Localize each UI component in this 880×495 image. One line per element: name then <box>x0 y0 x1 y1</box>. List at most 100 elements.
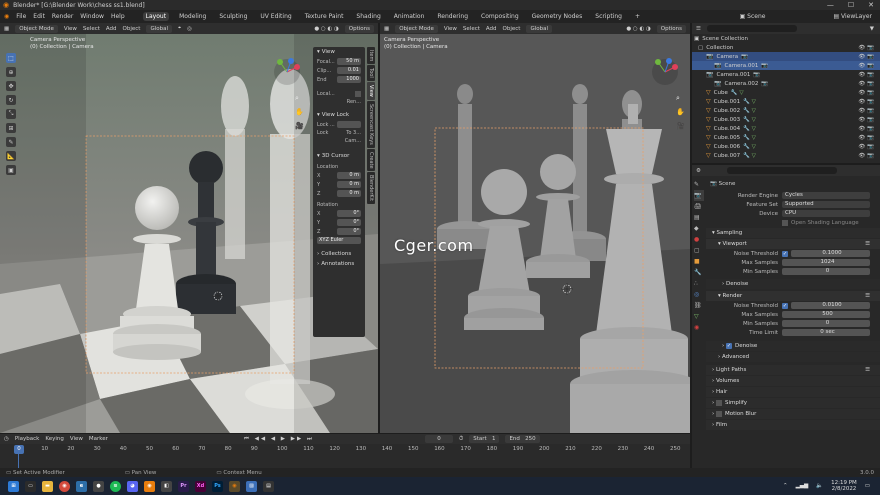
visibility-icon[interactable]: 👁 📷 <box>858 63 880 69</box>
outliner-item[interactable]: ▽ Cube.001 🔧 ▽ 👁 📷 <box>692 97 880 106</box>
physics-tab-icon[interactable]: ◎ <box>694 289 704 300</box>
film-section[interactable]: › Film <box>706 420 880 430</box>
spotify-icon[interactable]: ≋ <box>110 480 121 492</box>
output-tab-icon[interactable]: 🖨 <box>694 201 704 212</box>
annotations-header[interactable]: › Annotations <box>313 259 365 269</box>
motion-blur-checkbox[interactable] <box>715 411 722 417</box>
clock[interactable]: 12:19 PM 2/8/2022 <box>831 480 857 492</box>
photos-icon[interactable]: ▨ <box>246 480 257 492</box>
options-dropdown[interactable]: Options <box>656 24 686 33</box>
tab-tool[interactable]: Tool <box>367 65 375 82</box>
camera-to-view-label[interactable]: Cam... <box>345 138 361 144</box>
light-paths-section[interactable]: › Light Paths ☰ <box>706 365 880 375</box>
navigation-gizmo[interactable] <box>650 57 680 87</box>
osl-checkbox[interactable] <box>782 219 788 226</box>
blender-active-task-icon[interactable]: ◉ <box>229 480 240 492</box>
rotation-y-field[interactable]: 0° <box>337 219 361 226</box>
scene-tab-icon[interactable]: ◆ <box>694 223 704 234</box>
clip-start-field[interactable]: 0.01 <box>337 67 361 74</box>
lock-object-field[interactable] <box>337 121 361 128</box>
chrome-icon[interactable]: ◉ <box>59 480 70 492</box>
modifier-tab-icon[interactable]: 🔧 <box>694 267 704 278</box>
network-icon[interactable]: ▂▄▆ <box>796 483 809 489</box>
outliner-item[interactable]: ▽ Cube.007 🔧 ▽ 👁 📷 <box>692 151 880 160</box>
collections-header[interactable]: › Collections <box>313 249 365 259</box>
menu-view[interactable]: View <box>444 26 457 32</box>
tab-view[interactable]: View <box>367 82 375 100</box>
menu-object[interactable]: Object <box>503 26 521 32</box>
tab-layout[interactable]: Layout <box>142 12 170 21</box>
outliner-scene-collection[interactable]: ▣ Scene Collection <box>692 34 880 43</box>
cursor-z-field[interactable]: 0 m <box>337 190 361 197</box>
view-layer-tab-icon[interactable]: ▤ <box>694 212 704 223</box>
hair-section[interactable]: › Hair <box>706 387 880 397</box>
orientation-dropdown[interactable]: Global <box>146 24 173 33</box>
properties-search[interactable] <box>726 167 837 174</box>
obs-icon[interactable]: ● <box>93 480 104 492</box>
menu-playback[interactable]: Playback <box>15 436 40 442</box>
simplify-checkbox[interactable] <box>715 400 722 406</box>
premiere-icon[interactable]: Pr <box>178 480 189 492</box>
tab-compositing[interactable]: Compositing <box>478 12 522 21</box>
vp-noise-checkbox[interactable]: ✓ <box>782 250 788 257</box>
notification-icon[interactable]: ▭ <box>865 483 870 489</box>
outliner-type-icon[interactable]: ☰ <box>696 26 701 32</box>
sampling-section[interactable]: ▾ Sampling <box>706 228 880 238</box>
menu-add[interactable]: Add <box>486 26 497 32</box>
visibility-icon[interactable]: 👁 📷 <box>858 54 880 60</box>
constraints-tab-icon[interactable]: ⛓ <box>694 300 704 311</box>
blender-task-icon[interactable]: ◉ <box>144 480 155 492</box>
stopwatch-icon[interactable]: ⏱ <box>459 436 463 443</box>
menu-object[interactable]: Object <box>123 26 141 32</box>
tab-rendering[interactable]: Rendering <box>434 12 471 21</box>
data-tab-icon[interactable]: ▽ <box>694 311 704 322</box>
edge-icon[interactable]: e <box>76 480 87 492</box>
visibility-icon[interactable]: 👁 📷 <box>858 90 880 96</box>
pan-hand-icon[interactable]: ✋ <box>676 105 685 119</box>
visibility-icon[interactable]: 👁 📷 <box>858 153 880 159</box>
orientation-dropdown[interactable]: Global <box>526 24 553 33</box>
outliner-item[interactable]: ▽ Cube.003 🔧 ▽ 👁 📷 <box>692 115 880 124</box>
render-engine-dropdown[interactable]: Cycles <box>782 192 870 199</box>
photoshop-icon[interactable]: Ps <box>212 480 223 492</box>
rotation-z-field[interactable]: 0° <box>337 228 361 235</box>
menu-edit[interactable]: Edit <box>33 13 45 20</box>
outliner-item[interactable]: ▽ Cube.004 🔧 ▽ 👁 📷 <box>692 124 880 133</box>
scene-selector[interactable]: ▣ Scene <box>740 13 766 20</box>
menu-marker[interactable]: Marker <box>89 436 108 442</box>
mode-dropdown[interactable]: Object Mode <box>395 24 438 33</box>
visibility-icon[interactable]: 👁 📷 <box>858 81 880 87</box>
local-camera-checkbox[interactable] <box>355 91 361 97</box>
select-tool-icon[interactable]: ⬚ <box>6 53 16 63</box>
visibility-icon[interactable]: 👁 📷 <box>858 108 880 114</box>
playhead[interactable]: 0 <box>14 445 24 454</box>
tray-chevron-icon[interactable]: ⌃ <box>783 483 788 489</box>
camera-view-icon[interactable]: 🎥 <box>295 119 304 133</box>
move-tool-icon[interactable]: ✥ <box>6 81 16 91</box>
r-denoise-subsection[interactable]: › ✓ Denoise <box>706 341 880 351</box>
editor-type-icon[interactable]: ▦ <box>384 26 389 32</box>
tab-blenderkit[interactable]: BlenderKit <box>367 172 375 205</box>
add-workspace-button[interactable]: + <box>632 12 643 21</box>
camera-view-icon[interactable]: 🎥 <box>676 119 685 133</box>
menu-window[interactable]: Window <box>80 13 104 20</box>
lock-to-3d-cursor[interactable]: To 3... <box>346 130 361 136</box>
current-frame-field[interactable]: 0 <box>424 435 453 443</box>
list-icon[interactable]: ☰ <box>865 293 880 299</box>
visibility-icon[interactable]: 👁 📷 <box>858 135 880 141</box>
menu-select[interactable]: Select <box>83 26 100 32</box>
list-icon[interactable]: ☰ <box>865 241 880 247</box>
left-viewport[interactable]: ▦ Object Mode View Select Add Object Glo… <box>0 23 378 433</box>
particles-tab-icon[interactable]: ∴ <box>694 278 704 289</box>
tab-create[interactable]: Create <box>367 148 375 172</box>
annotate-tool-icon[interactable]: ✎ <box>6 137 16 147</box>
menu-help[interactable]: Help <box>111 13 125 20</box>
discord-icon[interactable]: ◕ <box>127 480 138 492</box>
r-min-samples-field[interactable]: 0 <box>782 320 870 327</box>
focal-length-field[interactable]: 50 m <box>337 58 361 65</box>
view-layer-selector[interactable]: ▤ ViewLayer <box>773 13 872 20</box>
clip-end-field[interactable]: 1000 <box>337 76 361 83</box>
menu-render[interactable]: Render <box>52 13 73 20</box>
motion-blur-section[interactable]: › Motion Blur <box>706 409 880 419</box>
view-panel-header[interactable]: ▾ View <box>313 47 365 57</box>
